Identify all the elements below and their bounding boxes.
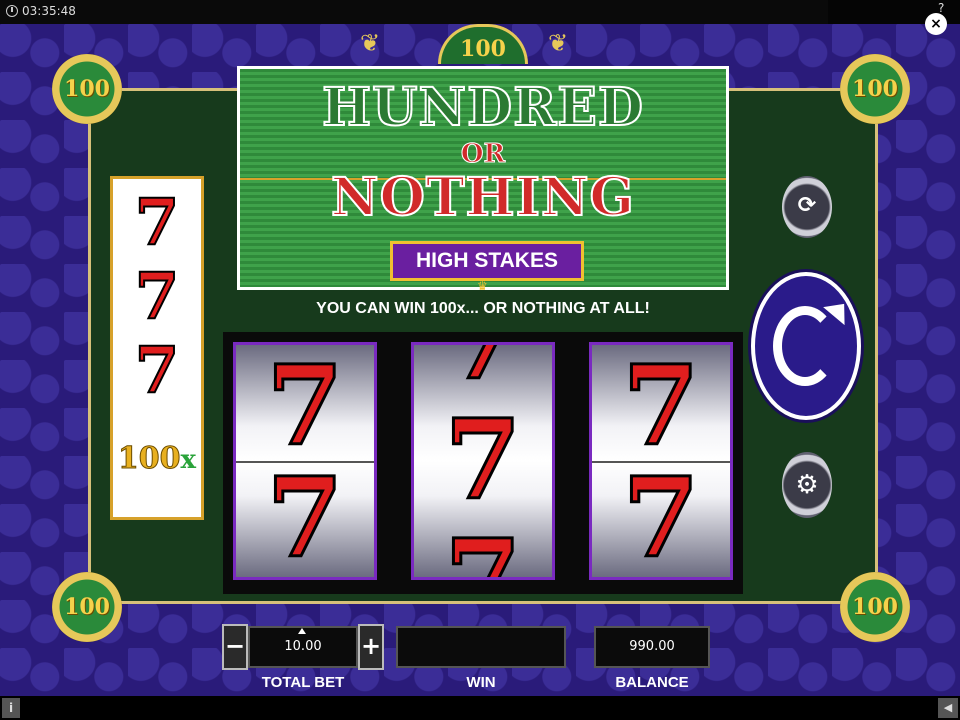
title-or: OR xyxy=(460,139,506,170)
tagline: YOU CAN WIN 100x... OR NOTHING AT ALL! xyxy=(316,300,650,317)
reel-3-symbol-top: 7 xyxy=(621,342,701,470)
paytable-seven-3: 7 xyxy=(134,333,181,408)
crest-scroll-right: ❦ xyxy=(548,29,569,57)
clock-time: 03:35:48 xyxy=(22,4,76,18)
reel-frame: 7 7 7 7 7 7 7 xyxy=(223,332,743,594)
paytable-seven-1: 7 xyxy=(134,185,181,260)
bottom-bar xyxy=(0,696,960,720)
paytable: 7 7 7 100x xyxy=(110,176,204,520)
corner-badge-bottom-left: 100 xyxy=(52,572,122,642)
spin-icon xyxy=(773,306,837,386)
reel-2-symbol-bottom: 7 xyxy=(443,515,523,580)
multiplier-value: 100 xyxy=(117,441,181,477)
win-field xyxy=(396,626,566,668)
paytable-seven-2: 7 xyxy=(134,259,181,334)
reel-3-symbol-bottom: 7 xyxy=(621,453,701,580)
status-bar: 03:35:48 xyxy=(0,0,960,24)
close-button[interactable]: × xyxy=(925,13,947,35)
total-bet-value: 10.00 xyxy=(284,639,322,654)
paytable-multiplier: 100x xyxy=(113,441,201,477)
bet-caret-icon xyxy=(298,628,306,634)
reel-1-symbol-bottom: 7 xyxy=(265,453,345,580)
balance-field: 990.00 xyxy=(594,626,710,668)
reel-2-symbol-top: 7 xyxy=(414,345,552,396)
settings-button[interactable]: ⚙ xyxy=(782,452,832,518)
balance-value: 990.00 xyxy=(629,639,675,654)
corner-badge-top-left: 100 xyxy=(52,54,122,124)
settings-gear-icon: ⚙ xyxy=(795,470,819,500)
crest-scroll-left: ❦ xyxy=(360,29,381,57)
info-icon[interactable]: i xyxy=(2,698,20,718)
autoplay-icon: ⟳ xyxy=(797,193,817,218)
clock-icon xyxy=(6,5,18,17)
status-bar-bg xyxy=(0,0,828,24)
win-label: WIN xyxy=(466,674,496,691)
total-bet-label: TOTAL BET xyxy=(261,674,345,691)
autoplay-button[interactable]: ⟳ xyxy=(782,176,832,238)
game-stage: ❦ ❦ 100 100 100 100 100 HUNDRED OR NOTHI… xyxy=(0,24,960,696)
bet-decrease-button[interactable]: − xyxy=(222,624,248,670)
bet-increase-button[interactable]: + xyxy=(358,624,384,670)
corner-badge-bottom-right: 100 xyxy=(840,572,910,642)
reel-2: 7 7 7 xyxy=(411,342,555,580)
spin-button[interactable] xyxy=(751,272,861,420)
multiplier-suffix: x xyxy=(180,445,197,475)
title-nothing: NOTHING xyxy=(330,166,635,229)
reel-1-symbol-top: 7 xyxy=(265,342,345,470)
reel-1: 7 7 xyxy=(233,342,377,580)
crown-icon: ♛ xyxy=(477,279,488,293)
title-logo: HUNDRED OR NOTHING HIGH STAKES ♛ xyxy=(237,66,729,293)
corner-badge-top-right: 100 xyxy=(840,54,910,124)
title-hundred: HUNDRED xyxy=(321,76,645,139)
top-crest-badge: 100 xyxy=(438,24,528,64)
reel-3: 7 7 xyxy=(589,342,733,580)
reel-2-symbol-middle: 7 xyxy=(443,395,523,524)
sound-icon[interactable]: ◀ xyxy=(938,698,958,718)
balance-label: BALANCE xyxy=(615,674,689,691)
high-stakes-badge: HIGH STAKES xyxy=(390,241,584,281)
